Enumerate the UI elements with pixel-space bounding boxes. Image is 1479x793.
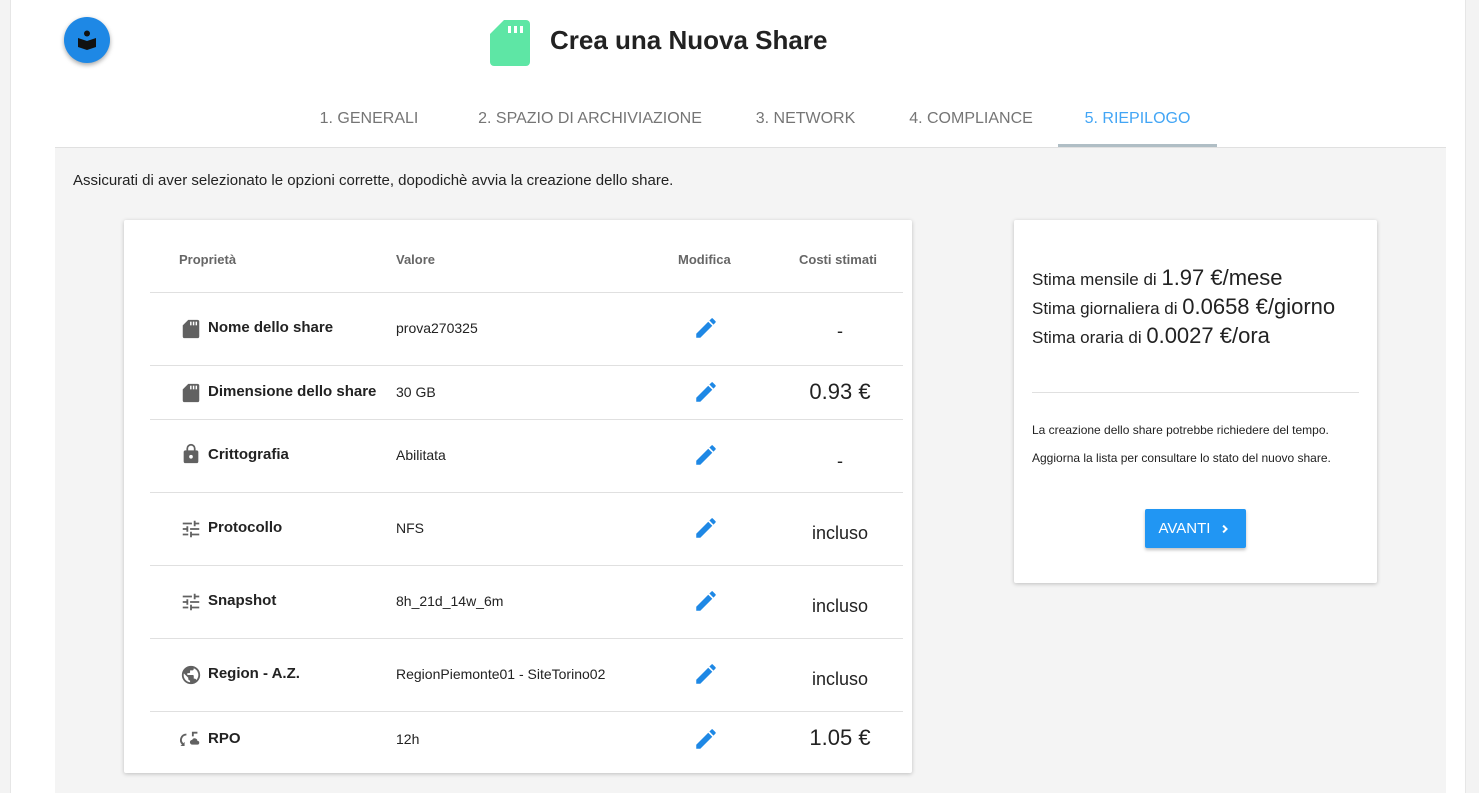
header-value: Valore (396, 252, 436, 267)
property-label: Snapshot (208, 592, 277, 609)
summary-table-card: Proprietà Valore Modifica Costi stimati … (124, 220, 912, 773)
page: Crea una Nuova Share 1. GENERALI 2. SPAZ… (10, 0, 1466, 793)
daily-label: Stima giornaliera di (1032, 299, 1178, 318)
next-button-label: AVANTI (1158, 520, 1211, 537)
property-value: NFS (396, 520, 424, 536)
monthly-estimate: Stima mensile di 1.97 €/mese (1032, 265, 1283, 291)
property-label: Protocollo (208, 519, 283, 536)
edit-pencil-icon[interactable] (693, 315, 719, 341)
cost-value: incluso (811, 669, 869, 689)
monthly-value: 1.97 €/mese (1161, 265, 1283, 290)
cost-summary-card: Stima mensile di 1.97 €/mese Stima giorn… (1014, 220, 1377, 583)
lock-icon (183, 443, 199, 464)
table-row: Snapshot 8h_21d_14w_6m incluso (150, 565, 903, 638)
tune-icon (182, 520, 200, 538)
edit-pencil-icon[interactable] (693, 661, 719, 687)
cost-value: 1.05 € (809, 725, 871, 750)
property-label: Dimensione dello share (208, 383, 377, 400)
cost-value: incluso (811, 523, 869, 543)
next-button[interactable]: AVANTI (1145, 509, 1246, 548)
creation-time-note: La creazione dello share potrebbe richie… (1032, 423, 1329, 437)
summary-content: Assicurati di aver selezionato le opzion… (55, 148, 1446, 793)
property-value: 30 GB (396, 384, 436, 400)
edit-pencil-icon[interactable] (693, 515, 719, 541)
monthly-label: Stima mensile di (1032, 270, 1157, 289)
tab-network[interactable]: 3. NETWORK (738, 97, 873, 147)
globe-icon (181, 665, 201, 685)
daily-value: 0.0658 €/giorno (1182, 294, 1336, 319)
tune-icon (182, 593, 200, 611)
sd-card-icon (490, 20, 530, 66)
tab-spazio-di-archiviazione[interactable]: 2. SPAZIO DI ARCHIVIAZIONE (460, 97, 720, 147)
property-label: Region - A.Z. (208, 665, 300, 682)
table-row: Crittografia Abilitata - (150, 419, 903, 492)
cost-value: incluso (811, 596, 869, 616)
edit-pencil-icon[interactable] (693, 379, 719, 405)
header-property: Proprietà (179, 252, 237, 267)
hourly-estimate: Stima oraria di 0.0027 €/ora (1032, 323, 1270, 349)
documentation-button[interactable] (64, 17, 110, 63)
property-value: 12h (396, 731, 420, 747)
edit-pencil-icon[interactable] (693, 726, 719, 752)
tab-generali[interactable]: 1. GENERALI (304, 97, 434, 147)
daily-estimate: Stima giornaliera di 0.0658 €/giorno (1032, 294, 1335, 320)
table-row: RPO 12h 1.05 € (150, 711, 903, 769)
cost-value: 0.93 € (809, 379, 871, 404)
property-value: Abilitata (396, 447, 446, 463)
instruction-text: Assicurati di aver selezionato le opzion… (73, 172, 674, 189)
edit-pencil-icon[interactable] (693, 588, 719, 614)
restore-cloud-icon (180, 731, 200, 747)
property-label: RPO (208, 730, 241, 747)
table-row: Region - A.Z. RegionPiemonte01 - SiteTor… (150, 638, 903, 711)
edit-pencil-icon[interactable] (693, 442, 719, 468)
stepper-tabs: 1. GENERALI 2. SPAZIO DI ARCHIVIAZIONE 3… (55, 97, 1446, 148)
header-edit: Modifica (678, 252, 731, 267)
page-title: Crea una Nuova Share (550, 25, 828, 55)
cost-value: - (837, 321, 843, 341)
tab-compliance[interactable]: 4. COMPLIANCE (891, 97, 1051, 147)
property-label: Nome dello share (208, 319, 334, 336)
table-row: Nome dello share prova270325 - (150, 292, 903, 365)
cost-value: - (837, 451, 843, 471)
header-cost: Costi stimati (799, 252, 878, 267)
hourly-label: Stima oraria di (1032, 328, 1142, 347)
divider (1032, 392, 1359, 393)
sd-card-icon (182, 383, 200, 403)
property-value: 8h_21d_14w_6m (396, 593, 504, 609)
property-value: RegionPiemonte01 - SiteTorino02 (396, 666, 606, 682)
tab-riepilogo[interactable]: 5. RIEPILOGO (1058, 97, 1217, 147)
property-label: Crittografia (208, 446, 289, 463)
book-reader-icon (78, 30, 96, 50)
sd-card-icon (182, 319, 200, 339)
refresh-list-note: Aggiorna la lista per consultare lo stat… (1032, 451, 1331, 465)
table-row: Protocollo NFS incluso (150, 492, 903, 565)
chevron-right-icon (1222, 524, 1229, 533)
table-row: Dimensione dello share 30 GB 0.93 € (150, 365, 903, 419)
hourly-value: 0.0027 €/ora (1146, 323, 1270, 348)
property-value: prova270325 (396, 320, 478, 336)
